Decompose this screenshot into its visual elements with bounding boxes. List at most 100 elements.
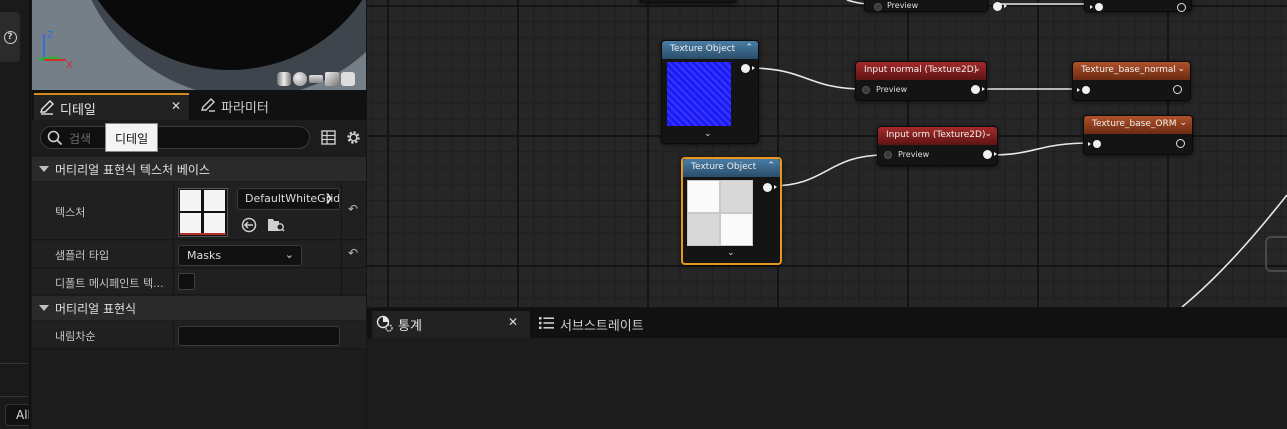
preview-sphere xyxy=(70,0,366,70)
output-pin[interactable] xyxy=(993,2,1007,11)
texture-preview xyxy=(687,180,753,246)
chevron-up-icon[interactable]: ⌃ xyxy=(745,43,753,53)
node-header[interactable]: Input normal (Texture2D) ⌄ xyxy=(856,62,986,80)
tab-details[interactable]: 디테일 ✕ xyxy=(34,93,189,120)
list-icon xyxy=(539,317,554,329)
reset-icon[interactable]: ↶ xyxy=(348,246,358,260)
sampler-type-value: Masks xyxy=(187,249,222,262)
sampler-type-dropdown[interactable]: Masks ⌄ xyxy=(178,245,302,266)
plane-icon[interactable] xyxy=(309,75,323,83)
teapot-icon[interactable] xyxy=(341,72,355,86)
tab-parameters[interactable]: 파라미터 xyxy=(192,93,312,120)
strip-divider xyxy=(0,363,28,364)
axis-z-label: Z xyxy=(47,30,54,41)
node-header[interactable]: Texture Object ⌃ xyxy=(683,159,780,177)
node-header[interactable]: Input orm (Texture2D) ⌄ xyxy=(878,127,997,145)
help-button[interactable]: ? xyxy=(0,12,20,62)
texture-base-normal-node[interactable]: Texture_base_normal ⌄ xyxy=(1072,61,1191,101)
axis-gizmo-icon: Z X xyxy=(37,30,73,71)
tab-parameters-label: 파라미터 xyxy=(221,101,269,116)
table-view-icon[interactable] xyxy=(321,130,336,145)
default-meshpaint-checkbox[interactable] xyxy=(178,273,195,290)
cube-icon[interactable] xyxy=(325,72,339,86)
input-pin[interactable] xyxy=(1090,3,1103,11)
input-pin[interactable] xyxy=(1077,86,1090,94)
collapse-triangle-icon xyxy=(39,166,49,172)
chevron-down-icon[interactable]: ⌄ xyxy=(704,129,712,139)
chevron-down-icon: ⌄ xyxy=(284,248,294,261)
stats-icon xyxy=(376,315,393,332)
desc-input[interactable] xyxy=(178,326,340,346)
collapse-triangle-icon xyxy=(39,305,49,311)
close-icon[interactable]: ✕ xyxy=(508,315,518,329)
chevron-down-icon[interactable]: ⌄ xyxy=(727,248,735,258)
graph-node-partial[interactable] xyxy=(639,0,737,3)
texture-object-node-selected[interactable]: Texture Object ⌃ ⌄ xyxy=(681,157,782,265)
section-title: 머티리얼 표현식 텍스처 베이스 xyxy=(55,163,210,177)
node-title: Texture_base_normal xyxy=(1081,65,1176,75)
default-meshpaint-label: 디폴트 메시페인트 텍... xyxy=(55,277,164,290)
tab-stats[interactable]: 통계 ✕ xyxy=(372,311,530,338)
texture-thumbnail[interactable] xyxy=(178,188,228,237)
chevron-down-icon[interactable]: ⌄ xyxy=(1179,118,1187,128)
preview-pin-label: Preview xyxy=(876,85,908,94)
texture-asset-dropdown[interactable]: DefaultWhiteGrid ❯ xyxy=(237,188,340,210)
input-pin[interactable] xyxy=(884,151,892,159)
input-orm-node[interactable]: Input orm (Texture2D) ⌄ Preview xyxy=(877,126,998,166)
stats-panel-body xyxy=(367,338,1287,429)
output-pin[interactable] xyxy=(741,64,755,73)
all-filter-button[interactable]: All xyxy=(5,404,29,426)
search-input[interactable]: 검색 xyxy=(40,126,310,149)
column-divider xyxy=(173,182,174,239)
texture-object-node[interactable]: Texture Object ⌃ ⌄ xyxy=(661,40,759,144)
section-material-expression[interactable]: 머티리얼 표현식 xyxy=(32,296,366,320)
pencil-icon xyxy=(40,100,54,115)
chevron-up-icon[interactable]: ⌃ xyxy=(767,161,775,171)
tab-details-label: 디테일 xyxy=(60,103,96,118)
material-preview-viewport[interactable]: Z X xyxy=(32,0,366,90)
graph-node-partial[interactable] xyxy=(1084,0,1192,12)
desc-label: 내림차순 xyxy=(55,330,96,343)
preview-shape-toolbar xyxy=(275,72,355,86)
graph-node-partial[interactable]: Preview xyxy=(864,0,1007,12)
help-icon: ? xyxy=(3,30,17,44)
tab-substrate[interactable]: 서브스트레이트 xyxy=(532,311,672,338)
tooltip: 디테일 xyxy=(105,123,158,152)
output-pin[interactable] xyxy=(1177,3,1186,12)
input-pin[interactable] xyxy=(874,3,882,11)
chevron-down-icon[interactable]: ⌄ xyxy=(984,129,992,139)
texture-label: 텍스처 xyxy=(55,206,86,219)
reset-icon[interactable]: ↶ xyxy=(348,202,358,216)
node-title: Input orm (Texture2D) xyxy=(886,130,986,140)
output-pin[interactable] xyxy=(971,85,985,94)
input-pin[interactable] xyxy=(1088,140,1101,148)
node-header[interactable]: Texture_base_normal ⌄ xyxy=(1073,62,1190,80)
input-pin[interactable] xyxy=(862,86,870,94)
output-pin[interactable] xyxy=(1173,85,1182,94)
graph-scroll-handle[interactable] xyxy=(1265,236,1287,272)
gear-icon[interactable] xyxy=(345,129,362,146)
column-divider xyxy=(341,182,342,239)
chevron-down-icon: ❯ xyxy=(324,193,333,204)
texture-base-orm-node[interactable]: Texture_base_ORM ⌄ xyxy=(1083,115,1193,155)
close-icon[interactable]: ✕ xyxy=(171,99,181,113)
browse-folder-icon[interactable] xyxy=(267,216,285,233)
input-normal-node[interactable]: Input normal (Texture2D) ⌄ Preview xyxy=(855,61,987,101)
use-selected-asset-icon[interactable] xyxy=(241,217,257,233)
property-row-default-meshpaint: 디폴트 메시페인트 텍... xyxy=(32,269,366,295)
chevron-down-icon[interactable]: ⌄ xyxy=(1177,64,1185,74)
node-header[interactable]: Texture Object ⌃ xyxy=(662,41,758,59)
output-pin[interactable] xyxy=(983,150,997,159)
material-graph-canvas[interactable]: Preview Texture Object ⌃ ⌄ Texture Objec… xyxy=(367,0,1287,307)
node-header[interactable]: Texture_base_ORM ⌄ xyxy=(1084,116,1192,134)
chevron-down-icon[interactable]: ⌄ xyxy=(973,64,981,74)
tab-stats-label: 통계 xyxy=(398,319,422,334)
texture-preview xyxy=(667,62,731,126)
sphere-icon[interactable] xyxy=(293,72,307,86)
column-divider xyxy=(173,321,174,348)
section-texture-base[interactable]: 머티리얼 표현식 텍스처 베이스 xyxy=(32,157,366,181)
output-pin[interactable] xyxy=(1176,139,1185,148)
pencil-grid-icon xyxy=(201,98,215,112)
output-pin[interactable] xyxy=(763,183,777,192)
cylinder-icon[interactable] xyxy=(277,72,291,86)
